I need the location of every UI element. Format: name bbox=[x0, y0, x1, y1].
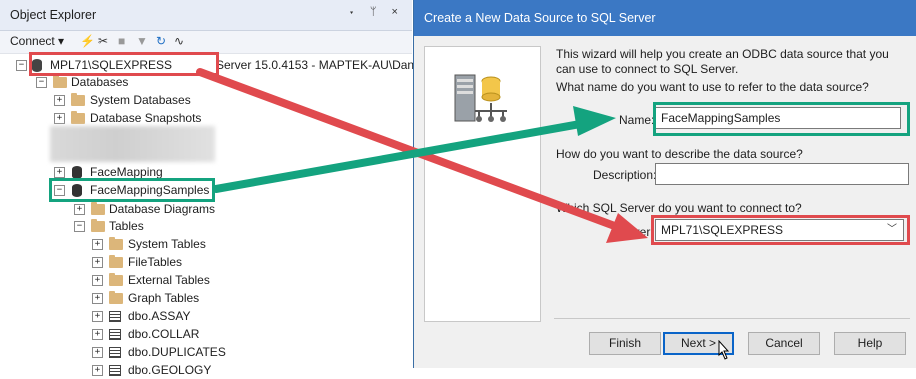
mouse-cursor-icon bbox=[718, 340, 730, 360]
tree-label: dbo.COLLAR bbox=[128, 327, 200, 341]
highlight-database bbox=[49, 178, 215, 202]
expand-icon[interactable]: + bbox=[92, 329, 103, 340]
blurred-region bbox=[50, 126, 215, 162]
tree-label: Tables bbox=[109, 219, 144, 233]
server-database-icon bbox=[454, 74, 507, 122]
server-question: Which SQL Server do you want to connect … bbox=[556, 201, 802, 215]
expand-icon[interactable]: + bbox=[92, 311, 103, 322]
expand-icon[interactable]: + bbox=[74, 204, 85, 215]
folder-icon bbox=[109, 273, 123, 286]
connect-plug-icon[interactable]: ⚡ bbox=[80, 34, 95, 48]
expand-icon[interactable]: + bbox=[54, 95, 65, 106]
folder-icon bbox=[91, 202, 105, 215]
wizard-image bbox=[424, 46, 541, 322]
description-question: How do you want to describe the data sou… bbox=[556, 147, 803, 161]
folder-icon bbox=[109, 255, 123, 268]
finish-button[interactable]: Finish bbox=[589, 332, 661, 355]
object-explorer-title: Object Explorer bbox=[10, 8, 97, 22]
server-label: Server: bbox=[615, 225, 654, 239]
tree-label: External Tables bbox=[128, 273, 210, 287]
table-icon bbox=[109, 311, 121, 322]
activity-monitor-icon[interactable]: ∿ bbox=[174, 34, 184, 48]
folder-icon bbox=[71, 93, 85, 106]
help-button[interactable]: Help bbox=[834, 332, 906, 355]
folder-icon bbox=[109, 291, 123, 304]
object-explorer-titlebar: Object Explorer ▾ ᛘ × bbox=[0, 0, 412, 31]
refresh-icon[interactable]: ↻ bbox=[156, 34, 166, 48]
folder-icon bbox=[53, 75, 67, 88]
stop-icon[interactable]: ■ bbox=[118, 34, 125, 48]
odbc-dialog: Create a New Data Source to SQL Server T… bbox=[413, 0, 916, 368]
collapse-icon[interactable]: − bbox=[74, 221, 85, 232]
dialog-title: Create a New Data Source to SQL Server bbox=[424, 11, 656, 25]
name-question: What name do you want to use to refer to… bbox=[556, 80, 869, 94]
expand-icon[interactable]: + bbox=[92, 239, 103, 250]
name-label: Name: bbox=[619, 113, 655, 127]
expand-icon[interactable]: + bbox=[92, 365, 103, 376]
table-icon bbox=[109, 365, 121, 376]
collapse-icon[interactable]: − bbox=[16, 60, 27, 71]
tree-label: Database Diagrams bbox=[109, 202, 216, 216]
tree-label: dbo.DUPLICATES bbox=[128, 345, 226, 359]
table-icon bbox=[109, 347, 121, 358]
tree-label: Graph Tables bbox=[128, 291, 200, 305]
description-input[interactable] bbox=[655, 163, 909, 185]
expand-icon[interactable]: + bbox=[92, 293, 103, 304]
expand-icon[interactable]: + bbox=[54, 113, 65, 124]
connect-button[interactable]: Connect ▾ bbox=[10, 34, 64, 48]
tree-label: dbo.ASSAY bbox=[128, 309, 191, 323]
folder-icon bbox=[109, 237, 123, 250]
expand-icon[interactable]: + bbox=[54, 167, 65, 178]
object-explorer-panel: Object Explorer ▾ ᛘ × Connect ▾ ⚡ ✂ ■ ▼ … bbox=[0, 0, 447, 377]
tree-label: dbo.GEOLOGY bbox=[128, 363, 212, 377]
collapse-icon[interactable]: − bbox=[36, 77, 47, 88]
highlight-name bbox=[653, 102, 910, 136]
folder-icon bbox=[91, 219, 105, 232]
dialog-separator bbox=[554, 318, 910, 319]
highlight-server-field bbox=[651, 215, 910, 245]
expand-icon[interactable]: + bbox=[92, 257, 103, 268]
tree-label: Database Snapshots bbox=[90, 111, 202, 125]
highlight-server bbox=[29, 52, 219, 76]
description-label: Description: bbox=[593, 168, 657, 182]
table-icon bbox=[109, 329, 121, 340]
panel-window-buttons[interactable]: ▾ ᛘ × bbox=[348, 6, 404, 18]
tree-label: System Tables bbox=[128, 237, 206, 251]
dialog-titlebar: Create a New Data Source to SQL Server bbox=[414, 0, 916, 36]
expand-icon[interactable]: + bbox=[92, 347, 103, 358]
cancel-button[interactable]: Cancel bbox=[748, 332, 820, 355]
object-explorer-toolbar: Connect ▾ ⚡ ✂ ■ ▼ ↻ ∿ bbox=[0, 31, 412, 54]
filter-icon[interactable]: ▼ bbox=[136, 34, 148, 48]
wizard-intro: This wizard will help you create an ODBC… bbox=[556, 47, 889, 76]
tree-label: System Databases bbox=[90, 93, 191, 107]
tree-label: FileTables bbox=[128, 255, 183, 269]
disconnect-icon[interactable]: ✂ bbox=[98, 34, 108, 48]
folder-icon bbox=[71, 111, 85, 124]
expand-icon[interactable]: + bbox=[92, 275, 103, 286]
